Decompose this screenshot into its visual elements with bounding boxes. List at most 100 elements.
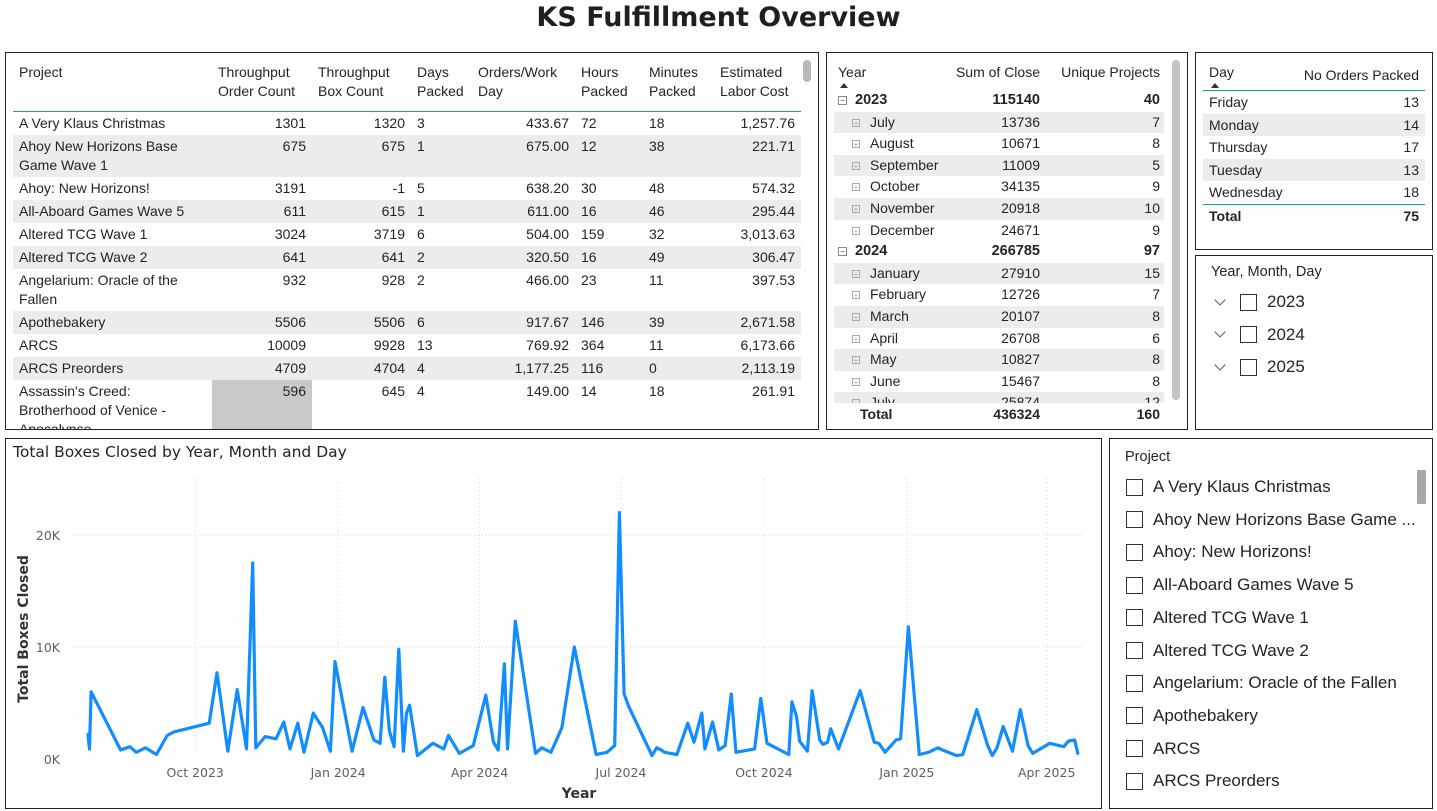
chevron-down-icon[interactable] xyxy=(1214,358,1226,371)
project-slicer-item[interactable]: Altered TCG Wave 2 xyxy=(1126,641,1422,661)
y-axis-label: Total Boxes Closed xyxy=(16,555,32,703)
chevron-down-icon[interactable] xyxy=(1214,293,1226,306)
date-slicer-item-2024[interactable]: 2024 xyxy=(1214,325,1305,345)
project-slicer-item[interactable]: Altered TCG Wave 1 xyxy=(1126,608,1422,628)
date-slicer[interactable]: Year, Month, Day 2023 2024 2025 xyxy=(1195,255,1433,430)
project-slicer-item[interactable]: ARCS Preorders xyxy=(1126,771,1422,791)
table-row[interactable]: ARCS 10009 9928 13 769.92 364 11 6,173.66 xyxy=(13,334,801,357)
table-row[interactable]: Ahoy: New Horizons! 3191 -1 5 638.20 30 48 574.… xyxy=(13,177,801,200)
boxes-closed-line-chart[interactable]: Total Boxes Closed by Year, Month and Da… xyxy=(5,438,1102,809)
expand-icon[interactable]: + xyxy=(852,118,860,127)
month-row[interactable]: + June 15467 8 xyxy=(834,371,1164,393)
month-row[interactable]: + February 12726 7 xyxy=(834,284,1164,306)
table-row[interactable]: Friday 13 xyxy=(1203,91,1425,114)
checkbox[interactable] xyxy=(1126,511,1143,529)
year-group-row[interactable]: −2024 266785 97 xyxy=(834,241,1164,263)
table-row[interactable]: Angelarium: Oracle of the Fallen 932 928 2 4… xyxy=(13,269,801,311)
project-table-header-3[interactable]: Days Packed xyxy=(411,61,472,112)
table-row[interactable]: Altered TCG Wave 2 641 641 2 320.50 16 49 306.4… xyxy=(13,246,801,269)
project-slicer-item[interactable]: Ahoy: New Horizons! xyxy=(1126,542,1422,562)
expand-icon[interactable]: + xyxy=(852,161,860,170)
chevron-down-icon[interactable] xyxy=(1214,326,1226,338)
project-table-header-1[interactable]: Throughput Order Count xyxy=(212,61,312,112)
checkbox[interactable] xyxy=(1126,707,1143,725)
project-slicer[interactable]: Project A Very Klaus Christmas Ahoy New H… xyxy=(1109,438,1433,809)
month-row[interactable]: + July 13736 7 xyxy=(834,111,1164,134)
checkbox[interactable] xyxy=(1240,358,1257,376)
table-cell: 596 xyxy=(212,380,312,429)
table-row[interactable]: Monday 14 xyxy=(1203,113,1425,137)
project-table-visual[interactable]: Project Throughput Order Count Throughput Bo… xyxy=(5,52,819,430)
expand-icon[interactable]: + xyxy=(852,312,860,321)
month-row[interactable]: + May 10827 8 xyxy=(834,349,1164,371)
table-row[interactable]: Assassin's Creed: Brotherhood of Venice … xyxy=(13,380,801,429)
project-slicer-item[interactable]: A Very Klaus Christmas xyxy=(1126,477,1422,497)
project-slicer-item[interactable]: ARCS xyxy=(1126,739,1422,759)
expand-icon[interactable]: + xyxy=(852,226,860,235)
table-row[interactable]: Tuesday 13 xyxy=(1203,158,1425,182)
checkbox[interactable] xyxy=(1126,642,1143,659)
table-row[interactable]: Altered TCG Wave 1 3024 3719 6 504.00 159 32 3,… xyxy=(13,223,801,246)
project-slicer-item[interactable]: Apothebakery xyxy=(1126,706,1422,726)
table-row[interactable]: Thursday 17 xyxy=(1203,136,1425,159)
checkbox[interactable] xyxy=(1126,674,1143,692)
year-column-header[interactable]: Year xyxy=(834,61,944,90)
expand-icon[interactable]: + xyxy=(852,356,860,365)
table-row[interactable]: Ahoy New Horizons Base Game Wave 1 675 675… xyxy=(13,135,801,177)
unique-projects-header[interactable]: Unique Projects xyxy=(1044,61,1164,90)
expand-icon[interactable]: + xyxy=(852,269,860,278)
month-row[interactable]: + March 20107 8 xyxy=(834,305,1164,328)
collapse-icon[interactable]: − xyxy=(838,96,847,105)
checkbox[interactable] xyxy=(1126,543,1143,561)
expand-icon[interactable]: + xyxy=(852,140,860,149)
year-group-row[interactable]: −2023 115140 40 xyxy=(834,90,1164,112)
sum-of-close-header[interactable]: Sum of Close xyxy=(944,61,1044,90)
checkbox[interactable] xyxy=(1126,609,1143,627)
expand-icon[interactable]: + xyxy=(852,183,860,192)
checkbox[interactable] xyxy=(1240,293,1257,311)
month-row[interactable]: + April 26708 6 xyxy=(834,328,1164,350)
year-matrix-scrollbar[interactable] xyxy=(1172,60,1180,400)
checkbox[interactable] xyxy=(1240,326,1257,343)
expand-icon[interactable]: + xyxy=(852,334,860,343)
month-row[interactable]: + November 20918 10 xyxy=(834,197,1164,220)
project-table-header-4[interactable]: Orders/Work Day xyxy=(472,61,575,112)
day-column-header[interactable]: Day xyxy=(1203,61,1293,91)
month-row[interactable]: + January 27910 15 xyxy=(834,262,1164,285)
expand-icon[interactable]: + xyxy=(852,204,860,213)
month-unique: 8 xyxy=(1152,372,1160,389)
month-row[interactable]: + December 24671 9 xyxy=(834,220,1164,242)
month-row[interactable]: + September 11009 5 xyxy=(834,154,1164,177)
date-slicer-item-2023[interactable]: 2023 xyxy=(1214,292,1305,312)
day-table-visual[interactable]: Day No Orders Packed Friday 13 Monday 14 Thu… xyxy=(1195,52,1433,250)
table-row[interactable]: Apothebakery 5506 5506 6 917.67 146 39 2,671.58 xyxy=(13,311,801,334)
date-slicer-item-2025[interactable]: 2025 xyxy=(1214,357,1305,377)
project-slicer-item[interactable]: Ahoy New Horizons Base Game ... xyxy=(1126,510,1422,530)
table-row[interactable]: ARCS Preorders 4709 4704 4 1,177.25 116 0 2,113… xyxy=(13,357,801,380)
checkbox[interactable] xyxy=(1126,772,1143,790)
collapse-icon[interactable]: − xyxy=(838,247,847,257)
project-table-header-2[interactable]: Throughput Box Count xyxy=(312,61,411,112)
project-table-header-5[interactable]: Hours Packed xyxy=(575,61,643,112)
project-slicer-item[interactable]: Angelarium: Oracle of the Fallen xyxy=(1126,673,1422,693)
month-row[interactable]: + August 10671 8 xyxy=(834,133,1164,155)
expand-icon[interactable]: + xyxy=(852,377,860,386)
project-table-scrollbar[interactable] xyxy=(803,60,811,82)
project-slicer-scrollbar[interactable] xyxy=(1417,470,1426,504)
table-row[interactable]: A Very Klaus Christmas 1301 1320 3 433.67 72 1… xyxy=(13,112,801,136)
year-matrix-visual[interactable]: Year Sum of Close Unique Projects −2023 1… xyxy=(826,52,1188,430)
project-slicer-item[interactable]: All-Aboard Games Wave 5 xyxy=(1126,575,1422,595)
table-row[interactable]: All-Aboard Games Wave 5 611 615 1 611.00 16 46… xyxy=(13,200,801,223)
project-table-header-6[interactable]: Minutes Packed xyxy=(643,61,714,112)
month-row[interactable]: + October 34135 9 xyxy=(834,176,1164,198)
no-orders-column-header[interactable]: No Orders Packed xyxy=(1292,61,1425,91)
checkbox[interactable] xyxy=(1126,740,1143,758)
checkbox[interactable] xyxy=(1126,478,1143,496)
expand-icon[interactable]: + xyxy=(852,291,860,300)
table-cell: 159 xyxy=(581,226,605,242)
project-table-header-0[interactable]: Project xyxy=(13,61,212,112)
table-cell: 675 xyxy=(212,135,312,177)
project-table-header-7[interactable]: Estimated Labor Cost xyxy=(714,61,801,112)
table-row[interactable]: Wednesday 18 xyxy=(1203,181,1425,204)
checkbox[interactable] xyxy=(1126,576,1143,594)
